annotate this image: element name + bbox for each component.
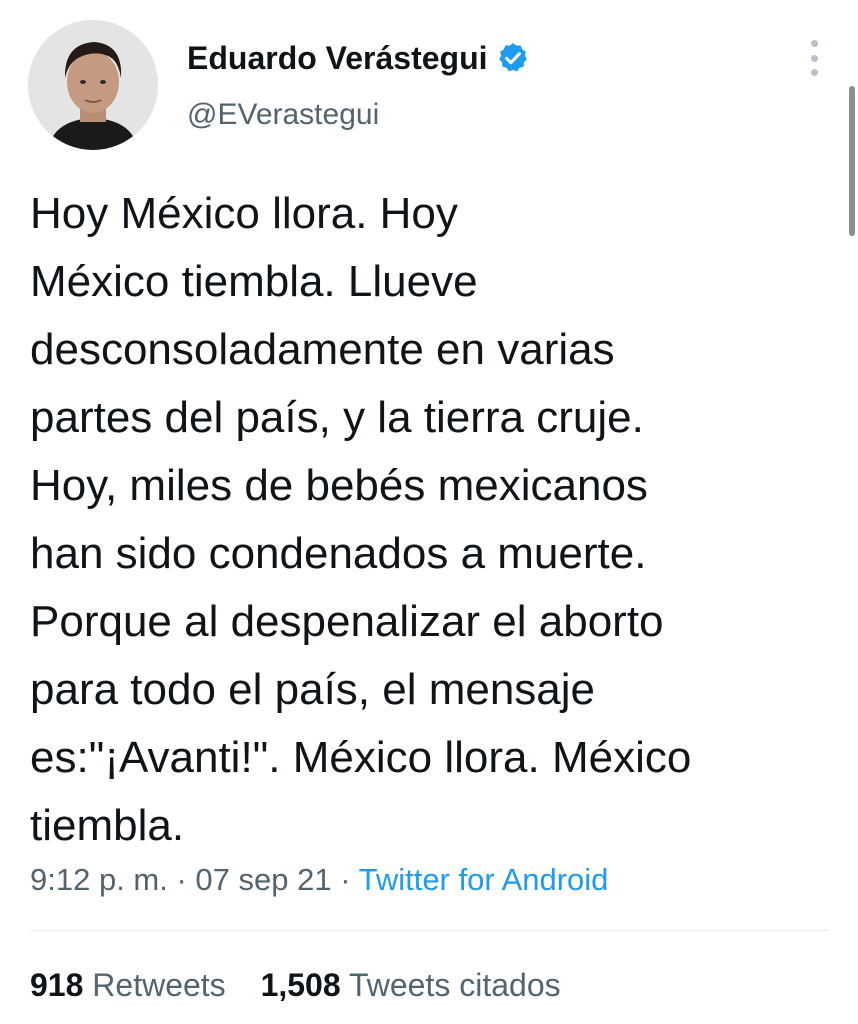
tweet-metadata: 9:12 p. m. · 07 sep 21 · Twitter for And… — [30, 860, 608, 900]
display-name[interactable]: Eduardo Verástegui — [187, 38, 530, 78]
retweets-count: 918 — [30, 967, 84, 1003]
tweet-line: Porque al despenalizar el aborto — [30, 597, 664, 646]
more-dot — [810, 69, 818, 76]
tweet-stats: 918 Retweets 1,508 Tweets citados — [30, 965, 587, 1005]
retweets-label: Retweets — [92, 967, 226, 1003]
tweet-line: Hoy, miles de bebés mexicanos — [30, 461, 648, 510]
scrollbar[interactable] — [849, 86, 855, 236]
tweet-date[interactable]: 07 sep 21 — [195, 862, 331, 897]
tweet-text: Hoy México llora. Hoy México tiembla. Ll… — [30, 180, 840, 860]
tweet-line: México tiembla. Llueve — [30, 257, 478, 306]
tweet-line: Hoy México llora. Hoy — [30, 189, 458, 238]
tweet-source-link[interactable]: Twitter for Android — [359, 862, 609, 897]
profile-photo-icon — [28, 20, 158, 150]
tweet-line: han sido condenados a muerte. — [30, 529, 647, 578]
verified-badge-icon — [498, 43, 527, 72]
more-dot — [810, 54, 818, 62]
more-dot — [810, 40, 818, 47]
user-handle[interactable]: @EVerastegui — [187, 96, 379, 134]
tweet-time[interactable]: 9:12 p. m. — [30, 862, 168, 897]
tweet-line: desconsoladamente en varias — [30, 325, 615, 374]
quote-tweets-count: 1,508 — [260, 967, 341, 1003]
more-options-icon[interactable] — [800, 36, 828, 80]
display-name-text: Eduardo Verástegui — [187, 40, 488, 76]
retweets-stat[interactable]: 918 Retweets — [30, 967, 226, 1003]
tweet-line: tiembla. — [30, 801, 185, 850]
meta-separator: · — [167, 862, 196, 897]
avatar[interactable] — [28, 20, 158, 150]
meta-separator: · — [331, 862, 359, 897]
quote-tweets-stat[interactable]: 1,508 Tweets citados — [261, 967, 561, 1003]
tweet-line: es:"¡Avanti!". México llora. México — [30, 733, 692, 782]
tweet-line: partes del país, y la tierra cruje. — [30, 393, 644, 442]
tweet-line: para todo el país, el mensaje — [30, 665, 596, 714]
quote-tweets-label: Tweets citados — [348, 967, 561, 1003]
divider — [30, 930, 828, 931]
